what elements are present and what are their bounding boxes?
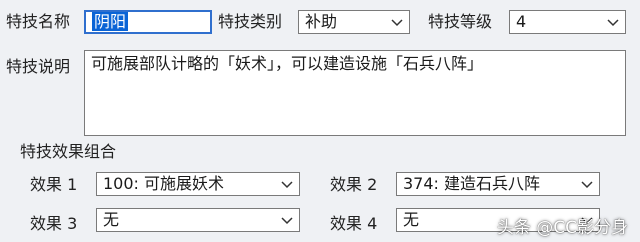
- skill-level-label: 特技等级: [428, 12, 493, 31]
- effect-4-value: 无: [403, 210, 420, 229]
- chevron-down-icon: [281, 181, 293, 189]
- skill-name-value: 阴阳: [92, 12, 129, 31]
- chevron-down-icon: [391, 19, 403, 27]
- skill-type-value: 补助: [305, 12, 338, 31]
- skill-editor-panel: 特技名称 阴阳 特技类别 补助 特技等级 4 特技说明 可施展部队计略的「妖术」…: [0, 0, 640, 242]
- skill-desc-text: 可施展部队计略的「妖术」，可以建造设施「石兵八阵」: [91, 54, 484, 73]
- effect-4-label: 效果 4: [330, 214, 378, 233]
- skill-desc-label: 特技说明: [6, 57, 71, 76]
- effect-1-label: 效果 1: [30, 175, 78, 194]
- skill-name-input[interactable]: 阴阳: [84, 10, 212, 34]
- watermark: 头条 @CC影分身: [496, 218, 628, 238]
- skill-type-label: 特技类别: [218, 12, 283, 31]
- effect-1-select[interactable]: 100: 可施展妖术: [96, 172, 300, 196]
- chevron-down-icon: [281, 217, 293, 225]
- skill-desc-textarea[interactable]: 可施展部队计略的「妖术」，可以建造设施「石兵八阵」: [84, 50, 626, 136]
- skill-level-value: 4: [516, 12, 527, 31]
- skill-type-select[interactable]: 补助: [298, 10, 410, 34]
- effect-3-value: 无: [103, 210, 120, 229]
- effect-3-label: 效果 3: [30, 214, 78, 233]
- effect-1-value: 100: 可施展妖术: [103, 174, 225, 193]
- skill-level-select[interactable]: 4: [509, 10, 626, 34]
- effect-2-value: 374: 建造石兵八阵: [403, 174, 541, 193]
- effects-group-title: 特技效果组合: [20, 142, 117, 161]
- chevron-down-icon: [581, 181, 593, 189]
- effect-2-select[interactable]: 374: 建造石兵八阵: [396, 172, 600, 196]
- skill-name-label: 特技名称: [6, 12, 71, 31]
- effect-2-label: 效果 2: [330, 175, 378, 194]
- effect-3-select[interactable]: 无: [96, 208, 300, 232]
- chevron-down-icon: [607, 19, 619, 27]
